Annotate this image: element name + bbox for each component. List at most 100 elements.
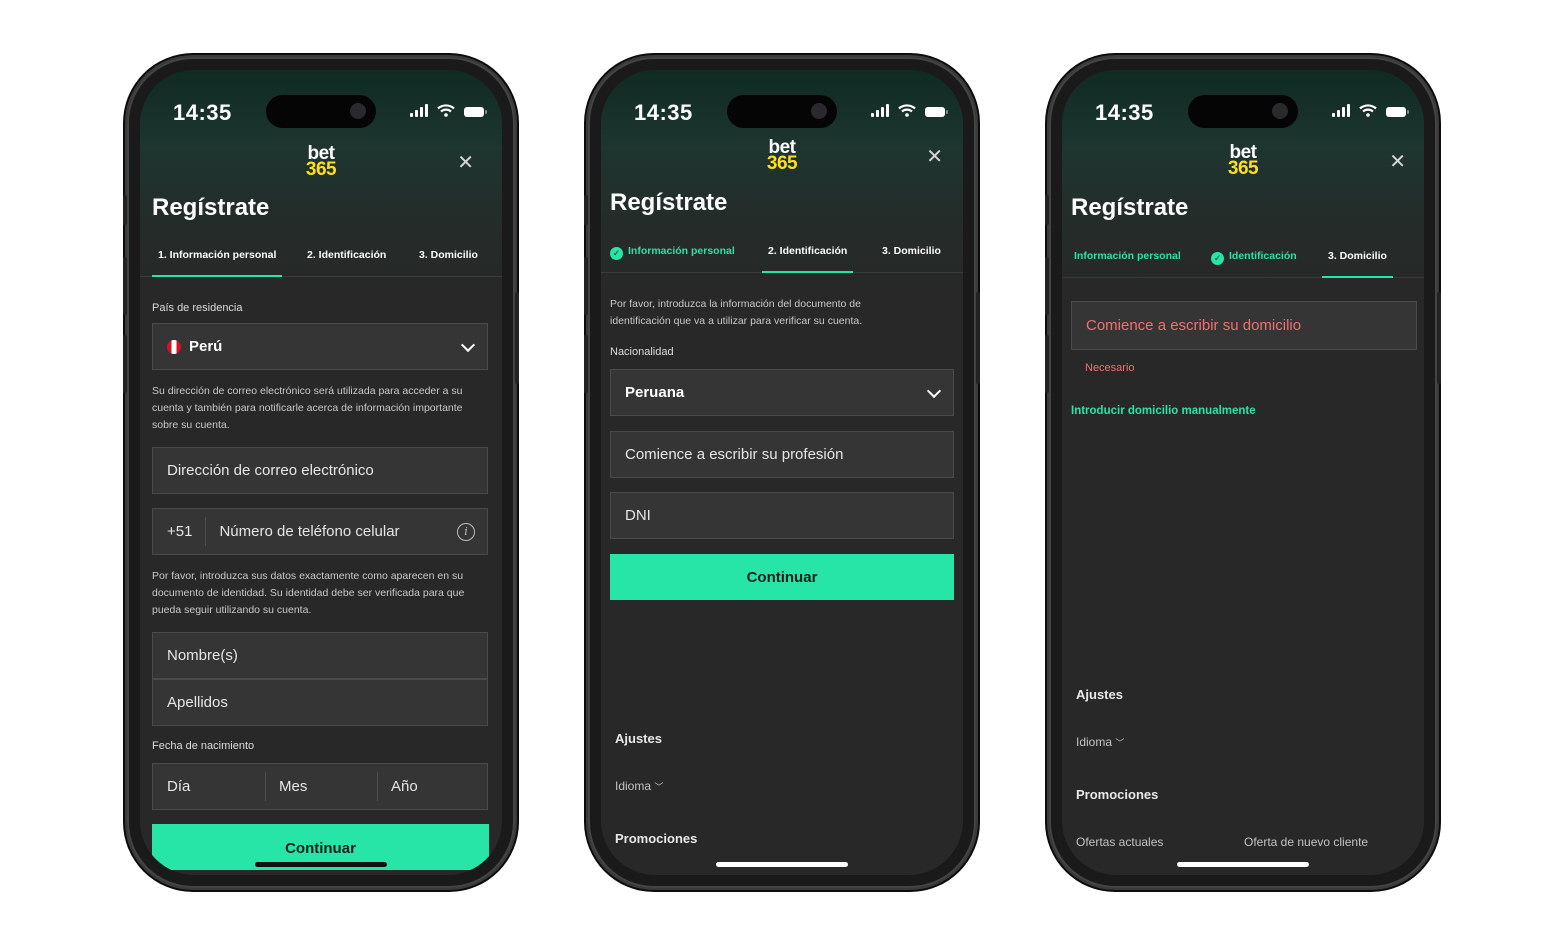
identity-note: Por favor, introduzca sus datos exactame…: [152, 570, 465, 616]
check-icon: ✓: [610, 247, 623, 260]
tab-identification[interactable]: 2. Identificación: [307, 242, 386, 276]
dni-placeholder: DNI: [625, 507, 651, 524]
close-icon[interactable]: ✕: [457, 150, 474, 175]
new-customer-offer-link[interactable]: Oferta de nuevo cliente: [1244, 835, 1368, 849]
last-name-placeholder: Apellidos: [167, 694, 228, 711]
manual-address-link[interactable]: Introducir domicilio manualmente: [1071, 405, 1256, 417]
bet365-logo[interactable]: bet 365: [1228, 143, 1259, 178]
tab-address[interactable]: 3. Domicilio: [1322, 243, 1393, 278]
side-button: [976, 292, 980, 384]
nationality-value: Peruana: [625, 384, 685, 401]
camera-icon: [811, 103, 827, 119]
email-placeholder: Dirección de correo electrónico: [167, 462, 374, 479]
side-button: [584, 195, 588, 225]
status-icons: [871, 104, 948, 117]
phone-prefix[interactable]: +51: [167, 523, 192, 540]
phone-2: 14:35 bet 365 ✕ Regístrate ✓ Información p…: [584, 57, 980, 888]
side-button: [515, 292, 519, 384]
wifi-icon: [898, 104, 916, 117]
side-button: [584, 257, 588, 315]
chevron-down-icon: ﹀: [654, 782, 664, 792]
screen-personal-info: 14:35 bet 365 ✕ Regístrate 1. Información…: [140, 70, 502, 875]
home-indicator: [255, 862, 387, 867]
info-icon[interactable]: i: [457, 522, 475, 541]
dynamic-island: [1188, 95, 1298, 128]
dob-month[interactable]: Mes: [279, 778, 307, 795]
page-title: Regístrate: [1071, 194, 1189, 221]
side-button: [123, 335, 127, 393]
current-offers-link[interactable]: Ofertas actuales: [1076, 835, 1163, 849]
battery-icon: [925, 107, 948, 117]
screen-address: 14:35 bet 365 ✕ Regístrate Información pe…: [1062, 70, 1424, 875]
first-name-field[interactable]: Nombre(s): [152, 632, 488, 679]
settings-heading: Ajustes: [1076, 687, 1123, 702]
status-time: 14:35: [173, 100, 232, 125]
wifi-icon: [437, 104, 455, 117]
home-indicator: [1177, 862, 1309, 867]
country-select[interactable]: Perú: [152, 323, 488, 370]
dob-year[interactable]: Año: [391, 778, 418, 795]
address-field[interactable]: Comience a escribir su domicilio: [1071, 301, 1417, 350]
nationality-label: Nacionalidad: [610, 346, 674, 358]
first-name-placeholder: Nombre(s): [167, 647, 238, 664]
phone-placeholder: Número de teléfono celular: [219, 523, 400, 540]
nationality-select[interactable]: Peruana: [610, 369, 954, 416]
side-button: [123, 195, 127, 225]
dynamic-island: [266, 95, 376, 128]
email-field[interactable]: Dirección de correo electrónico: [152, 447, 488, 494]
tab-address[interactable]: 3. Domicilio: [882, 238, 941, 272]
chevron-down-icon: [460, 337, 476, 352]
tab-personal-info[interactable]: ✓ Información personal: [610, 238, 735, 272]
camera-icon: [350, 103, 366, 119]
promotions-heading: Promociones: [615, 831, 698, 846]
signal-icon: [410, 104, 428, 117]
tab-address[interactable]: 3. Domicilio: [419, 242, 478, 276]
wifi-icon: [1359, 104, 1377, 117]
last-name-field[interactable]: Apellidos: [152, 679, 488, 726]
dni-field[interactable]: DNI: [610, 492, 954, 539]
profession-field[interactable]: Comience a escribir su profesión: [610, 431, 954, 478]
chevron-down-icon: ﹀: [1115, 738, 1125, 748]
battery-icon: [464, 107, 487, 117]
tab-identification[interactable]: ✓ Identificación: [1211, 243, 1297, 277]
side-button: [1437, 292, 1441, 384]
page-title: Regístrate: [152, 194, 270, 221]
dynamic-island: [727, 95, 837, 128]
side-button: [1045, 257, 1049, 315]
step-tabs: ✓ Información personal 2. Identificación …: [601, 238, 963, 273]
language-dropdown[interactable]: Idioma ﹀: [1076, 735, 1124, 749]
continue-button[interactable]: Continuar: [610, 554, 954, 600]
document-note: Por favor, introduzca la información del…: [610, 298, 863, 327]
close-icon[interactable]: ✕: [926, 144, 943, 169]
phone-field[interactable]: +51 Número de teléfono celular i: [152, 508, 488, 555]
side-button: [584, 335, 588, 393]
divider: [265, 772, 266, 801]
address-placeholder: Comience a escribir su domicilio: [1086, 317, 1302, 334]
check-icon: ✓: [1211, 252, 1224, 265]
screen-identification: 14:35 bet 365 ✕ Regístrate ✓ Información p…: [601, 70, 963, 875]
page-title: Regístrate: [610, 189, 728, 216]
battery-icon: [1386, 107, 1409, 117]
dob-day[interactable]: Día: [167, 778, 190, 795]
status-icons: [410, 104, 487, 117]
camera-icon: [1272, 103, 1288, 119]
phone-3: 14:35 bet 365 ✕ Regístrate Información pe…: [1045, 57, 1441, 888]
language-dropdown[interactable]: Idioma ﹀: [615, 779, 663, 793]
divider: [205, 517, 206, 546]
side-button: [123, 257, 127, 315]
divider: [377, 772, 378, 801]
residence-label: País de residencia: [152, 302, 243, 314]
signal-icon: [871, 104, 889, 117]
step-tabs: 1. Información personal 2. Identificació…: [140, 242, 502, 277]
tab-identification[interactable]: 2. Identificación: [761, 238, 854, 273]
bet365-logo[interactable]: bet 365: [306, 144, 337, 179]
tab-personal-info[interactable]: 1. Información personal: [151, 242, 283, 277]
bet365-logo[interactable]: bet 365: [767, 138, 798, 173]
close-icon[interactable]: ✕: [1389, 149, 1406, 174]
promotions-heading: Promociones: [1076, 787, 1159, 802]
step-tabs: Información personal ✓ Identificación 3. …: [1062, 243, 1424, 278]
dob-field: Día Mes Año: [152, 763, 488, 810]
side-button: [1045, 335, 1049, 393]
required-error: Necesario: [1085, 362, 1135, 374]
tab-personal-info[interactable]: Información personal: [1074, 243, 1181, 277]
